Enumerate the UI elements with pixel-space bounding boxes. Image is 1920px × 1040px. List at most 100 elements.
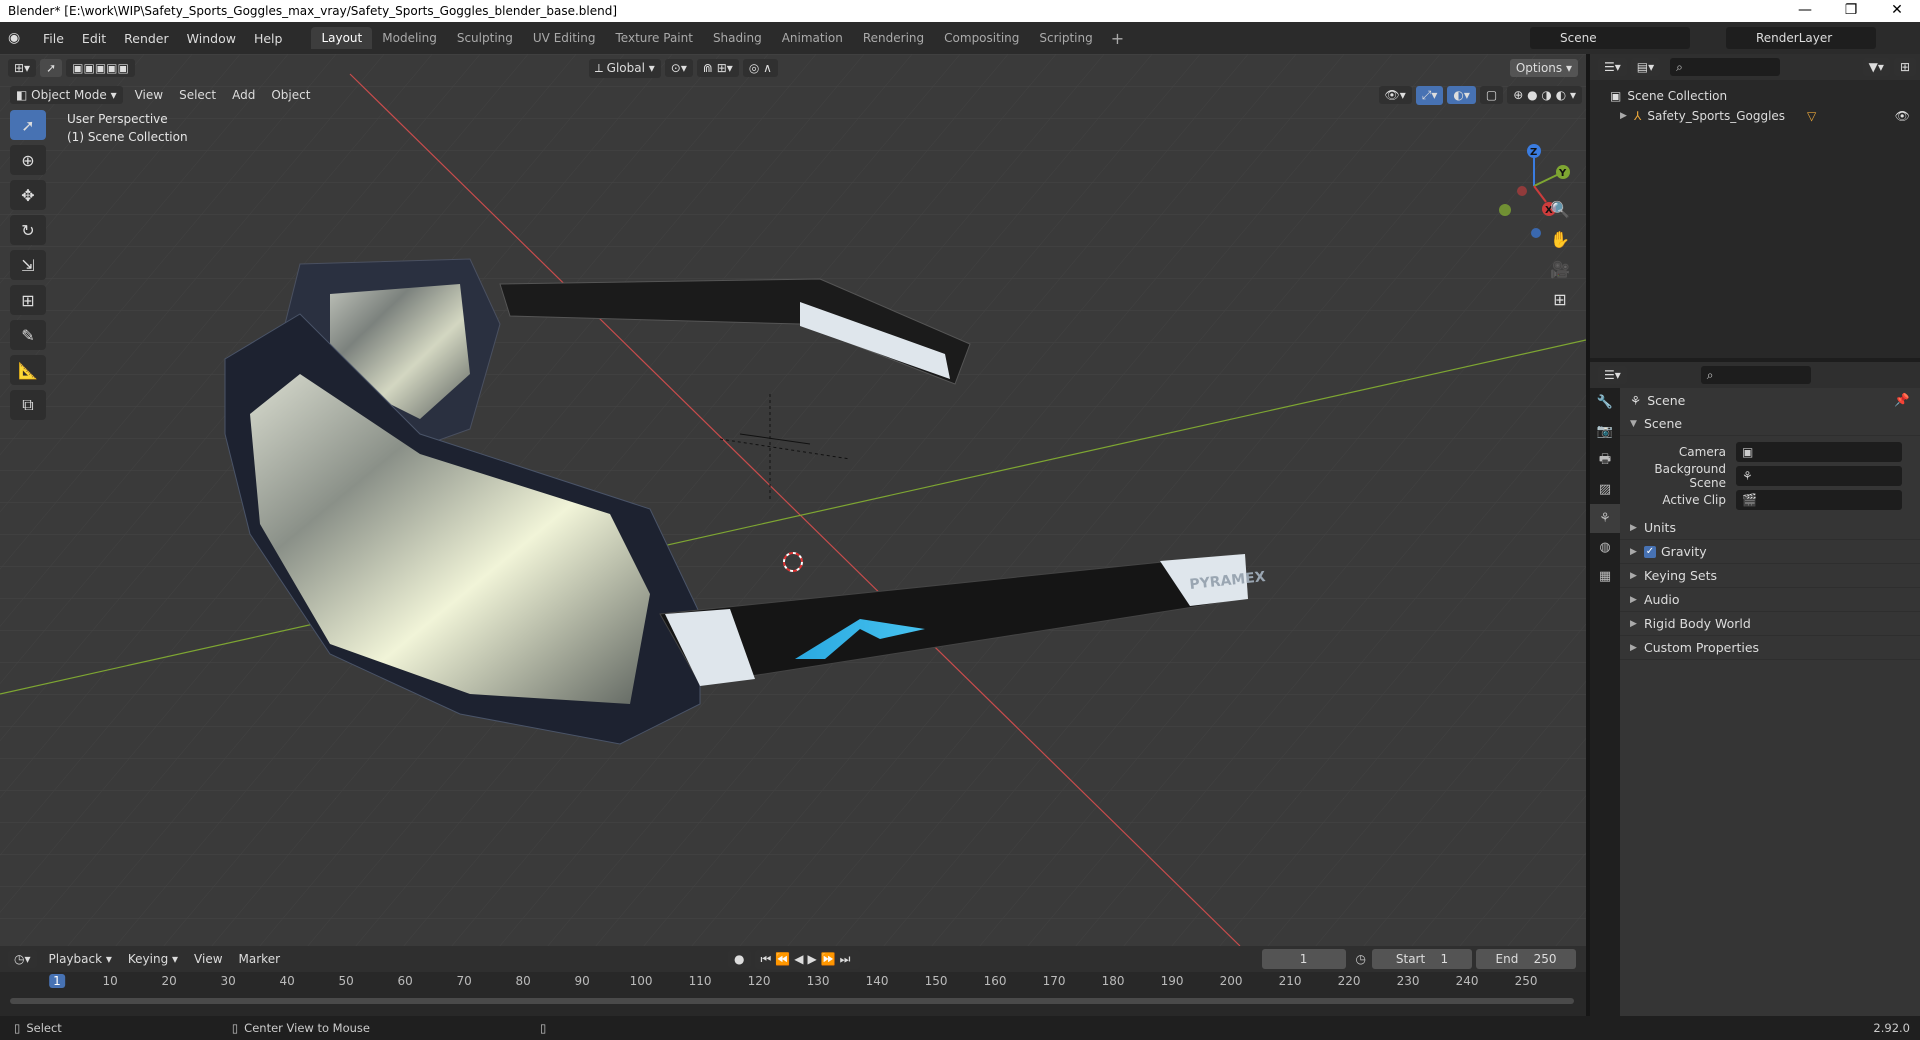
viewport-menu-select[interactable]: Select: [171, 88, 224, 102]
viewport-scene: PYRAMEX Z Y X: [0, 54, 1586, 946]
options-dropdown[interactable]: Options ▾: [1509, 59, 1578, 77]
tool-tab-icon[interactable]: 🔧: [1590, 388, 1620, 417]
viewport-menu-view[interactable]: View: [127, 88, 171, 102]
view-layer-tab-icon[interactable]: ▨: [1590, 475, 1620, 504]
scale-tool-icon[interactable]: ⇲: [10, 250, 46, 280]
properties-editor-type-icon[interactable]: ☰▾: [1598, 366, 1627, 384]
pan-hand-icon[interactable]: ✋: [1548, 224, 1572, 254]
outliner-item-goggles[interactable]: ▶ ⅄ Safety_Sports_Goggles ▽ 👁: [1610, 106, 1920, 126]
move-tool-icon[interactable]: ✥: [10, 180, 46, 210]
outliner-editor-type-icon[interactable]: ☰▾: [1598, 58, 1627, 76]
measure-tool-icon[interactable]: 📐: [10, 355, 46, 385]
xray-icon[interactable]: ▢: [1479, 86, 1504, 104]
selection-mode-icons[interactable]: ▣▣▣▣▣: [66, 59, 135, 77]
blender-logo-icon[interactable]: ◉: [8, 30, 28, 46]
filter-icon[interactable]: ▼▾: [1862, 58, 1890, 76]
add-cube-tool-icon[interactable]: ⧉: [10, 390, 46, 420]
world-tab-icon[interactable]: ◍: [1590, 533, 1620, 562]
tab-shading[interactable]: Shading: [703, 27, 772, 49]
menu-edit[interactable]: Edit: [73, 31, 115, 46]
minimize-button[interactable]: —: [1782, 0, 1828, 22]
frame-ruler[interactable]: 1 10 20 30 40 50 60 70 80 90 100 110 120 130 140 150 160…: [0, 972, 1586, 992]
menu-window[interactable]: Window: [178, 31, 245, 46]
keying-sets-panel-header[interactable]: ▶ Keying Sets: [1620, 564, 1920, 588]
visibility-icon[interactable]: 👁▾: [1378, 86, 1412, 104]
gizmo-toggle-icon[interactable]: ⤢▾: [1415, 85, 1444, 105]
tab-modeling[interactable]: Modeling: [372, 27, 447, 49]
timeline-menu-playback[interactable]: Playback ▾: [41, 952, 120, 966]
tab-scripting[interactable]: Scripting: [1029, 27, 1102, 49]
outliner-scene-collection[interactable]: ▣ Scene Collection: [1610, 86, 1920, 106]
start-frame-field[interactable]: Start 1: [1372, 949, 1472, 969]
timeline-scrollbar[interactable]: [10, 998, 1574, 1004]
cursor-tool-icon[interactable]: ⊕: [10, 145, 46, 175]
menu-render[interactable]: Render: [115, 31, 178, 46]
perspective-grid-icon[interactable]: ⊞: [1548, 284, 1572, 314]
tab-compositing[interactable]: Compositing: [934, 27, 1029, 49]
select-tool-icon[interactable]: ➚: [10, 110, 46, 140]
new-collection-icon[interactable]: ⊞: [1893, 58, 1916, 76]
current-frame-field[interactable]: 1: [1261, 949, 1346, 969]
tab-sculpting[interactable]: Sculpting: [447, 27, 523, 49]
timeline-menu-view[interactable]: View: [186, 952, 230, 966]
active-clip-field[interactable]: 🎬: [1736, 490, 1902, 510]
tab-texture-paint[interactable]: Texture Paint: [606, 27, 703, 49]
snap-icon[interactable]: ⋒ ⊞▾: [696, 59, 739, 77]
output-tab-icon[interactable]: 🖶: [1590, 446, 1620, 475]
camera-label: Camera: [1678, 445, 1726, 459]
expand-arrow-icon[interactable]: ▶: [1620, 111, 1628, 121]
editor-type-icon[interactable]: ⊞▾: [8, 59, 37, 77]
3d-viewport[interactable]: PYRAMEX Z Y X ⊞▾ ➚ ▣▣▣▣▣ ⟂ Global ▾ ⊙▾ ⋒…: [0, 54, 1586, 946]
pin-icon[interactable]: 📌: [1894, 392, 1910, 408]
tab-animation[interactable]: Animation: [772, 27, 853, 49]
tab-layout[interactable]: Layout: [311, 27, 373, 49]
visibility-eye-icon[interactable]: 👁: [1895, 109, 1910, 123]
mode-dropdown[interactable]: ◧ Object Mode ▾: [10, 86, 123, 104]
camera-field[interactable]: ▣: [1736, 442, 1902, 462]
gravity-panel-header[interactable]: ▶ ✓ Gravity: [1620, 540, 1920, 564]
scene-tab-icon[interactable]: ⚘: [1590, 504, 1620, 533]
annotate-tool-icon[interactable]: ✎: [10, 320, 46, 350]
clock-icon[interactable]: ◷: [1356, 952, 1366, 966]
playback-controls-icon[interactable]: ⏮⏪◀▶⏩⏭: [754, 949, 861, 969]
add-workspace-icon[interactable]: +: [1103, 29, 1132, 48]
outliner-search-input[interactable]: ⌕: [1670, 58, 1781, 76]
view-layer-selector[interactable]: RenderLayer: [1726, 27, 1876, 49]
texture-tab-icon[interactable]: ▦: [1590, 562, 1620, 591]
timeline-menu-marker[interactable]: Marker: [231, 952, 288, 966]
end-frame-field[interactable]: End 250: [1476, 949, 1576, 969]
restore-button[interactable]: ❐: [1828, 0, 1874, 22]
proportional-edit-icon[interactable]: ◎ ∧: [742, 59, 778, 77]
scene-panel-header[interactable]: ▼ Scene: [1620, 412, 1920, 436]
viewport-menu-add[interactable]: Add: [224, 88, 263, 102]
menu-help[interactable]: Help: [245, 31, 292, 46]
scene-selector[interactable]: Scene: [1530, 27, 1690, 49]
tab-uv-editing[interactable]: UV Editing: [523, 27, 606, 49]
version-label: 2.92.0: [1873, 1021, 1910, 1035]
viewport-menu-object[interactable]: Object: [263, 88, 318, 102]
zoom-icon[interactable]: 🔍: [1548, 194, 1572, 224]
properties-search-input[interactable]: ⌕: [1700, 366, 1811, 384]
rigid-body-world-panel-header[interactable]: ▶ Rigid Body World: [1620, 612, 1920, 636]
transform-orientation-dropdown[interactable]: ⟂ Global ▾: [588, 58, 661, 78]
display-mode-icon[interactable]: ▤▾: [1630, 58, 1661, 76]
rotate-tool-icon[interactable]: ↻: [10, 215, 46, 245]
timeline-editor-type-icon[interactable]: ◷▾: [8, 950, 37, 968]
render-tab-icon[interactable]: 📷: [1590, 417, 1620, 446]
background-scene-field[interactable]: ⚘: [1736, 466, 1902, 486]
overlay-toggle-icon[interactable]: ◐▾: [1447, 86, 1476, 104]
select-box-icon[interactable]: ➚: [40, 59, 63, 77]
units-panel-header[interactable]: ▶ Units: [1620, 516, 1920, 540]
transform-tool-icon[interactable]: ⊞: [10, 285, 46, 315]
close-button[interactable]: ✕: [1874, 0, 1920, 22]
record-button-icon[interactable]: ●: [728, 950, 751, 968]
shading-modes-icon[interactable]: ⊕ ● ◑ ◐ ▾: [1507, 86, 1582, 104]
camera-view-icon[interactable]: 🎥: [1548, 254, 1572, 284]
pivot-point-icon[interactable]: ⊙▾: [664, 59, 693, 77]
menu-file[interactable]: File: [34, 31, 73, 46]
tab-rendering[interactable]: Rendering: [853, 27, 934, 49]
custom-properties-panel-header[interactable]: ▶ Custom Properties: [1620, 636, 1920, 660]
audio-panel-header[interactable]: ▶ Audio: [1620, 588, 1920, 612]
timeline-menu-keying[interactable]: Keying ▾: [120, 952, 186, 966]
gravity-checkbox[interactable]: ✓: [1644, 545, 1656, 558]
